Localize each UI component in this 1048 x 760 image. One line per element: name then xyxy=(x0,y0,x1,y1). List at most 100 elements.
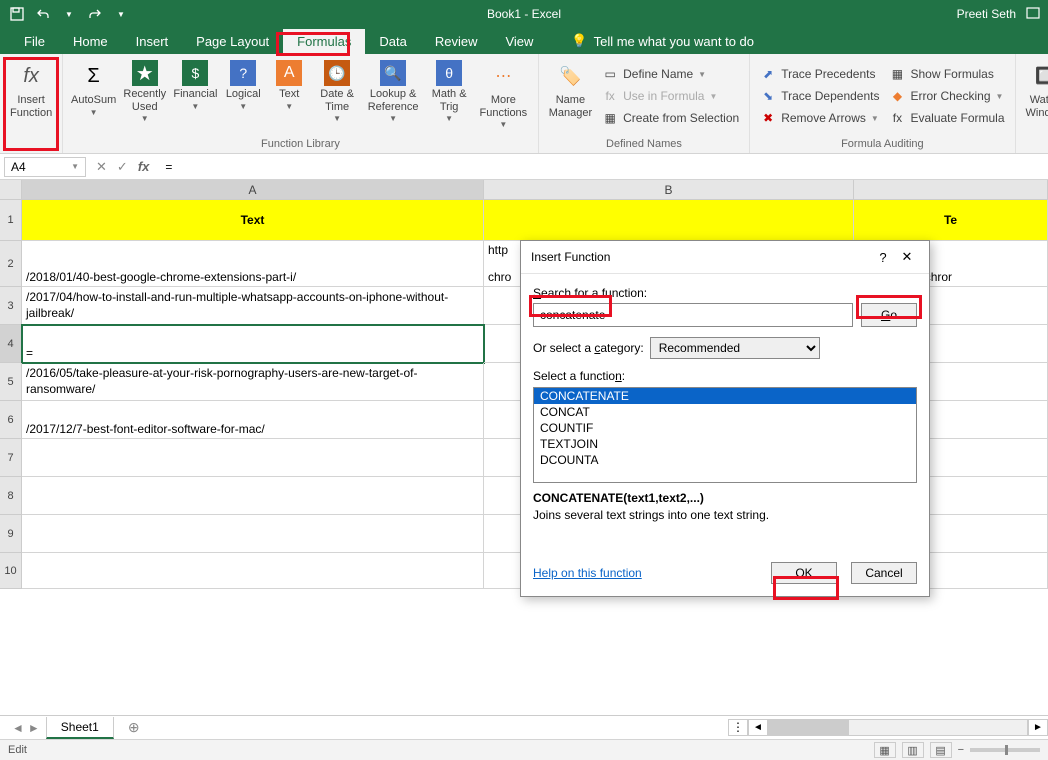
row-header[interactable]: 1 xyxy=(0,200,22,241)
tab-data[interactable]: Data xyxy=(365,29,420,54)
cancel-button[interactable]: Cancel xyxy=(851,562,917,584)
remove-arrows-button[interactable]: ✖Remove Arrows ▼ xyxy=(756,108,883,128)
redo-icon[interactable] xyxy=(86,5,104,23)
column-header-c[interactable] xyxy=(854,180,1048,200)
cell-a9[interactable] xyxy=(22,515,484,553)
page-layout-view-icon[interactable]: ▥ xyxy=(902,742,924,758)
trace-dependents-button[interactable]: ⬊Trace Dependents xyxy=(756,86,883,106)
cell-b1[interactable] xyxy=(484,200,854,241)
column-header-a[interactable]: A xyxy=(22,180,484,200)
cell-a4[interactable]: = xyxy=(22,325,484,363)
undo-dropdown-icon[interactable]: ▼ xyxy=(60,5,78,23)
category-select[interactable]: Recommended xyxy=(650,337,820,359)
enter-formula-icon[interactable]: ✓ xyxy=(117,159,128,175)
formula-input[interactable]: = xyxy=(159,158,1048,176)
cancel-formula-icon[interactable]: ✕ xyxy=(96,159,107,175)
tab-review[interactable]: Review xyxy=(421,29,492,54)
horizontal-scrollbar[interactable]: ⋮ ◄ ► xyxy=(728,719,1048,736)
row-header[interactable]: 7 xyxy=(0,439,22,477)
row-header[interactable]: 10 xyxy=(0,553,22,589)
save-icon[interactable] xyxy=(8,5,26,23)
financial-button[interactable]: $Financial▼ xyxy=(172,56,220,136)
normal-view-icon[interactable]: ▦ xyxy=(874,742,896,758)
zoom-slider[interactable] xyxy=(970,748,1040,752)
row-header[interactable]: 5 xyxy=(0,363,22,401)
logical-button[interactable]: ?Logical▼ xyxy=(221,56,265,136)
row-header[interactable]: 4 xyxy=(0,325,22,363)
cell-a8[interactable] xyxy=(22,477,484,515)
cell-a2[interactable]: /2018/01/40-best-google-chrome-extension… xyxy=(22,241,484,287)
function-list-item[interactable]: CONCAT xyxy=(534,404,916,420)
undo-icon[interactable] xyxy=(34,5,52,23)
sheet-nav-prev-icon[interactable]: ◄ xyxy=(12,721,24,735)
qat-customize-icon[interactable]: ▼ xyxy=(112,5,130,23)
row-header[interactable]: 8 xyxy=(0,477,22,515)
function-list-item[interactable]: DCOUNTA xyxy=(534,452,916,468)
name-manager-button[interactable]: 🏷️Name Manager xyxy=(545,56,596,136)
dialog-close-icon[interactable]: ✕ xyxy=(895,249,919,265)
use-in-formula-button[interactable]: fxUse in Formula ▼ xyxy=(598,86,743,106)
evaluate-formula-button[interactable]: fxEvaluate Formula xyxy=(885,108,1008,128)
cell-a6[interactable]: /2017/12/7-best-font-editor-software-for… xyxy=(22,401,484,439)
tab-page-layout[interactable]: Page Layout xyxy=(182,29,283,54)
search-function-input[interactable] xyxy=(533,303,853,327)
row-header[interactable]: 9 xyxy=(0,515,22,553)
name-box[interactable]: A4▼ xyxy=(4,157,86,177)
cell-b2-line1: http xyxy=(488,243,516,257)
go-button[interactable]: Go xyxy=(861,303,917,327)
lookup-reference-button[interactable]: 🔍Lookup & Reference▼ xyxy=(363,56,423,136)
tab-home[interactable]: Home xyxy=(59,29,122,54)
scroll-thumb[interactable] xyxy=(769,720,849,735)
row-header[interactable]: 6 xyxy=(0,401,22,439)
more-functions-button[interactable]: ⋯More Functions▼ xyxy=(475,56,532,136)
row-header[interactable]: 3 xyxy=(0,287,22,325)
tab-file[interactable]: File xyxy=(10,29,59,54)
cell-a7[interactable] xyxy=(22,439,484,477)
watch-window-button[interactable]: 🔲Watch Window xyxy=(1022,56,1048,136)
tab-insert[interactable]: Insert xyxy=(122,29,183,54)
scroll-right-icon[interactable]: ► xyxy=(1028,719,1048,736)
cell-a3[interactable]: /2017/04/how-to-install-and-run-multiple… xyxy=(22,287,484,325)
ok-button[interactable]: OK xyxy=(771,562,837,584)
help-on-function-link[interactable]: Help on this function xyxy=(533,566,642,580)
create-from-selection-button[interactable]: ▦Create from Selection xyxy=(598,108,743,128)
cell-a1[interactable]: Text xyxy=(22,200,484,241)
column-header-b[interactable]: B xyxy=(484,180,854,200)
date-time-button[interactable]: 🕒Date & Time▼ xyxy=(313,56,361,136)
recently-used-button[interactable]: ★Recently Used▼ xyxy=(120,56,170,136)
page-break-view-icon[interactable]: ▤ xyxy=(930,742,952,758)
math-trig-button[interactable]: θMath & Trig▼ xyxy=(425,56,473,136)
insert-function-button[interactable]: fx Insert Function xyxy=(6,56,56,136)
cell-a10[interactable] xyxy=(22,553,484,589)
autosum-button[interactable]: ΣAutoSum▼ xyxy=(69,56,118,136)
scroll-split-icon[interactable]: ⋮ xyxy=(728,719,748,736)
define-name-button[interactable]: ▭Define Name ▼ xyxy=(598,64,743,84)
scroll-track[interactable] xyxy=(768,719,1028,736)
name-box-dropdown-icon[interactable]: ▼ xyxy=(71,162,79,171)
fx-formula-icon[interactable]: fx xyxy=(138,159,150,175)
dialog-help-icon[interactable]: ? xyxy=(871,250,895,265)
show-formulas-button[interactable]: ▦Show Formulas xyxy=(885,64,1008,84)
define-name-icon: ▭ xyxy=(602,66,618,82)
zoom-out-icon[interactable]: − xyxy=(958,744,964,756)
function-list-item[interactable]: COUNTIF xyxy=(534,420,916,436)
cell-a5[interactable]: /2016/05/take-pleasure-at-your-risk-porn… xyxy=(22,363,484,401)
text-button[interactable]: AText▼ xyxy=(267,56,311,136)
ribbon-display-icon[interactable] xyxy=(1026,7,1040,22)
cell-c1[interactable]: Te xyxy=(854,200,1048,241)
tab-formulas[interactable]: Formulas xyxy=(283,29,365,54)
tell-me-search[interactable]: 💡 Tell me what you want to do xyxy=(565,28,760,54)
row-header[interactable]: 2 xyxy=(0,241,22,287)
function-list-item[interactable]: CONCATENATE xyxy=(534,388,916,404)
sheet-tab[interactable]: Sheet1 xyxy=(46,717,114,739)
user-name[interactable]: Preeti Seth xyxy=(957,7,1016,21)
function-list-item[interactable]: TEXTJOIN xyxy=(534,436,916,452)
add-sheet-button[interactable]: ⊕ xyxy=(120,719,148,736)
sheet-nav-next-icon[interactable]: ► xyxy=(28,721,40,735)
trace-precedents-button[interactable]: ⬈Trace Precedents xyxy=(756,64,883,84)
function-list[interactable]: CONCATENATE CONCAT COUNTIF TEXTJOIN DCOU… xyxy=(533,387,917,483)
tab-view[interactable]: View xyxy=(491,29,547,54)
error-checking-button[interactable]: ◆Error Checking ▼ xyxy=(885,86,1008,106)
scroll-left-icon[interactable]: ◄ xyxy=(748,719,768,736)
select-all-corner[interactable] xyxy=(0,180,22,200)
